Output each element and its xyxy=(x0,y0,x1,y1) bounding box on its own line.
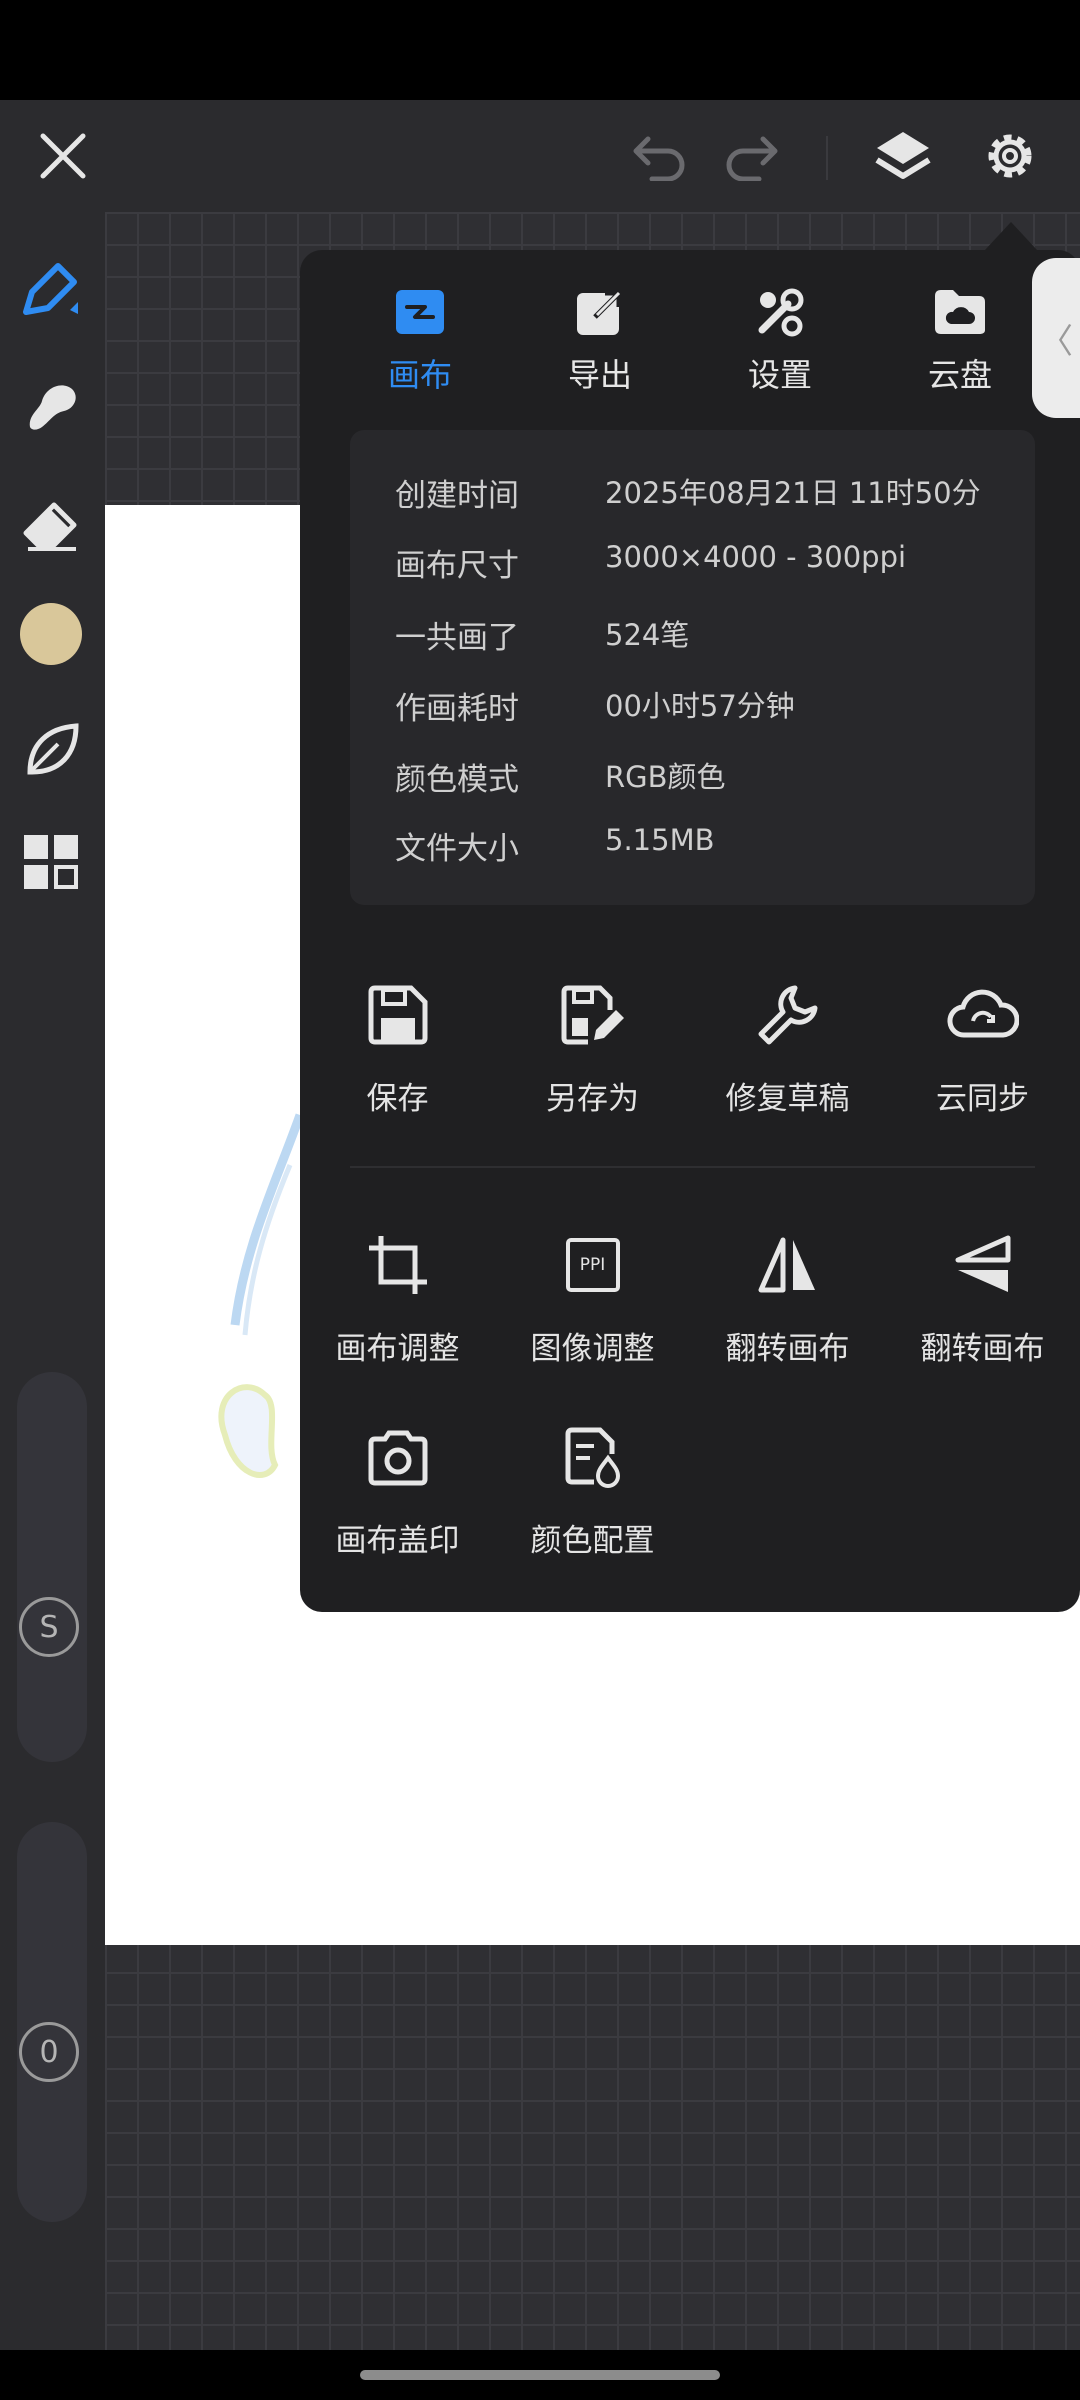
cloud-folder-icon xyxy=(928,280,992,344)
tool-rail: S 0 xyxy=(0,212,105,2350)
eraser-tool[interactable] xyxy=(14,487,88,561)
crop-icon xyxy=(358,1225,438,1305)
tools-icon xyxy=(748,280,812,344)
navigation-bar xyxy=(0,2350,1080,2400)
tab-label: 云盘 xyxy=(927,356,992,394)
info-label: 创建时间 xyxy=(395,478,519,514)
close-icon xyxy=(40,133,86,179)
opacity-badge: 0 xyxy=(19,2022,79,2082)
image-adjust-button[interactable]: PPI 图像调整 xyxy=(495,1225,690,1368)
cloud-sync-button[interactable]: 云同步 xyxy=(885,975,1080,1118)
panel-caret xyxy=(985,222,1037,250)
redo-button[interactable] xyxy=(715,118,791,194)
action-label: 图像调整 xyxy=(530,1331,655,1367)
eraser-icon xyxy=(23,502,77,551)
canvas-icon xyxy=(388,280,452,344)
smudge-tool[interactable] xyxy=(14,369,88,443)
action-label: 修复草稿 xyxy=(725,1081,850,1117)
save-as-button[interactable]: 另存为 xyxy=(495,975,690,1118)
tab-export[interactable]: 导出 xyxy=(525,280,675,396)
action-label: 翻转画布 xyxy=(725,1331,850,1367)
undo-button[interactable] xyxy=(620,118,696,194)
tab-label: 导出 xyxy=(567,356,632,394)
info-row: 画布尺寸 3000×4000 - 300ppi xyxy=(395,540,1015,600)
action-label: 另存为 xyxy=(546,1081,639,1117)
size-badge: S xyxy=(19,1597,79,1657)
info-value: 524笔 xyxy=(605,618,690,652)
undo-icon xyxy=(633,136,685,181)
canvas-settings-panel: 画布 导出 设置 云盘 创建时间 2025年08月21日 11时50分 画布尺寸… xyxy=(300,250,1080,1612)
action-label: 颜色配置 xyxy=(530,1523,655,1559)
leaf-icon xyxy=(27,723,79,775)
leaf-tool[interactable] xyxy=(14,712,88,786)
cloud-sync-icon xyxy=(943,975,1023,1055)
tab-cloud-drive[interactable]: 云盘 xyxy=(885,280,1035,396)
wrench-icon xyxy=(748,975,828,1055)
info-row: 颜色模式 RGB颜色 xyxy=(395,754,1015,814)
tab-canvas[interactable]: 画布 xyxy=(345,280,495,396)
flip-canvas-horizontal-button[interactable]: 翻转画布 xyxy=(690,1225,885,1368)
section-divider xyxy=(350,1166,1035,1168)
info-row: 创建时间 2025年08月21日 11时50分 xyxy=(395,470,1015,530)
pen-icon xyxy=(23,263,78,315)
save-button[interactable]: 保存 xyxy=(300,975,495,1118)
color-swatch[interactable] xyxy=(14,597,88,671)
smudge-icon xyxy=(29,385,76,430)
settings-button[interactable] xyxy=(972,118,1048,194)
flip-canvas-vertical-button[interactable]: 翻转画布 xyxy=(885,1225,1080,1368)
action-label: 画布盖印 xyxy=(335,1523,460,1559)
layers-button[interactable] xyxy=(865,118,941,194)
tab-label: 画布 xyxy=(387,356,452,394)
flip-vertical-icon xyxy=(943,1225,1023,1305)
info-value: RGB颜色 xyxy=(605,760,726,794)
home-indicator[interactable] xyxy=(360,2370,720,2380)
pen-tool[interactable] xyxy=(14,252,88,326)
canvas-info-card: 创建时间 2025年08月21日 11时50分 画布尺寸 3000×4000 -… xyxy=(350,430,1035,905)
grid-tool[interactable] xyxy=(14,825,88,899)
close-button[interactable] xyxy=(20,118,106,194)
top-toolbar xyxy=(0,100,1080,212)
tab-label: 设置 xyxy=(747,356,812,394)
action-label: 保存 xyxy=(366,1081,429,1117)
info-label: 画布尺寸 xyxy=(395,548,519,584)
info-row: 文件大小 5.15MB xyxy=(395,823,1015,883)
camera-icon xyxy=(358,1417,438,1497)
layers-icon xyxy=(875,132,931,179)
tab-settings[interactable]: 设置 xyxy=(705,280,855,396)
canvas-stamp-button[interactable]: 画布盖印 xyxy=(300,1417,495,1560)
brush-size-slider[interactable] xyxy=(17,1372,87,1762)
save-icon xyxy=(358,975,438,1055)
action-label: 画布调整 xyxy=(335,1331,460,1367)
info-value: 2025年08月21日 11时50分 xyxy=(605,476,981,510)
ppi-icon: PPI xyxy=(553,1225,633,1305)
collapse-panel-tab[interactable]: 〈 xyxy=(1032,258,1080,418)
grid-icon xyxy=(24,835,78,889)
repair-draft-button[interactable]: 修复草稿 xyxy=(690,975,885,1118)
color-profile-icon xyxy=(553,1417,633,1497)
info-label: 颜色模式 xyxy=(395,762,519,798)
chevron-left-icon: 〈 xyxy=(1039,321,1073,362)
color-profile-button[interactable]: 颜色配置 xyxy=(495,1417,690,1560)
brush-color-swatch xyxy=(20,603,82,665)
info-value: 5.15MB xyxy=(605,823,715,857)
save-as-icon xyxy=(553,975,633,1055)
info-value: 00小时57分钟 xyxy=(605,689,795,723)
info-row: 一共画了 524笔 xyxy=(395,612,1015,672)
action-label: 翻转画布 xyxy=(920,1331,1045,1367)
info-label: 一共画了 xyxy=(395,620,519,656)
export-icon xyxy=(568,280,632,344)
canvas-adjust-button[interactable]: 画布调整 xyxy=(300,1225,495,1368)
redo-icon xyxy=(726,136,778,181)
status-bar xyxy=(0,0,1080,100)
gear-icon xyxy=(988,134,1032,178)
flip-horizontal-icon xyxy=(748,1225,828,1305)
info-label: 作画耗时 xyxy=(395,691,519,727)
info-label: 文件大小 xyxy=(395,831,519,867)
info-value: 3000×4000 - 300ppi xyxy=(605,540,907,574)
toolbar-divider xyxy=(826,136,828,180)
info-row: 作画耗时 00小时57分钟 xyxy=(395,683,1015,743)
action-label: 云同步 xyxy=(936,1081,1029,1117)
